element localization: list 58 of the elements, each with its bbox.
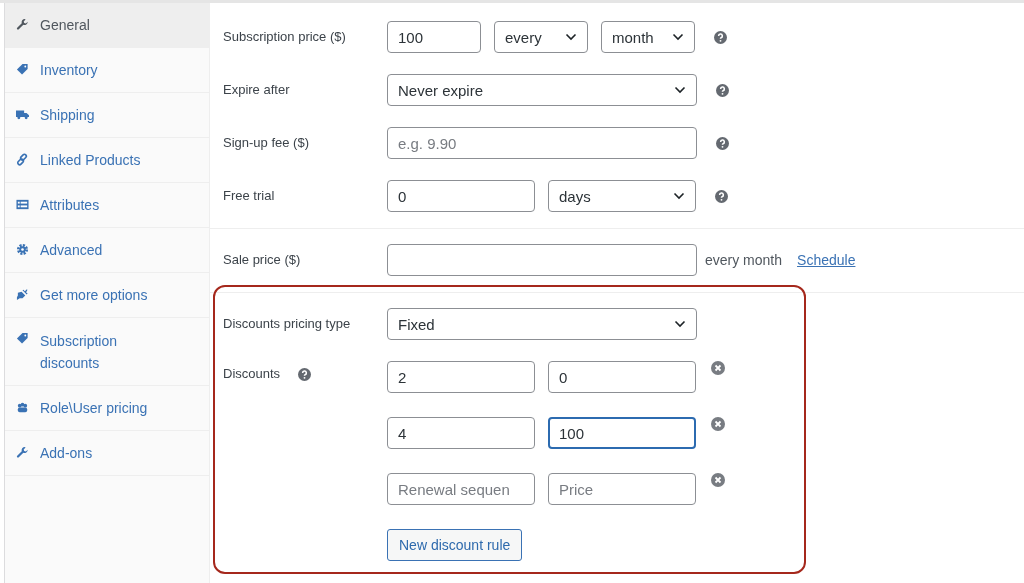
input-field[interactable]: 100 (548, 417, 696, 449)
chevron-down-icon (672, 33, 684, 41)
sidebar-tab[interactable]: Role\User pricing (5, 386, 209, 431)
field-label: Discounts pricing type (223, 315, 352, 332)
chevron-down-icon (674, 320, 686, 328)
input-field[interactable]: 0 (387, 180, 535, 212)
sidebar-tab[interactable]: Subscription discounts (5, 318, 209, 386)
help-icon[interactable] (298, 367, 312, 381)
dropdown[interactable]: every (494, 21, 588, 53)
list-card-icon (16, 198, 29, 211)
sidebar-tab[interactable]: Add-ons (5, 431, 209, 476)
gear-icon (16, 243, 29, 256)
remove-icon[interactable] (711, 473, 725, 487)
sidebar-tab[interactable]: General (5, 3, 209, 48)
help-icon[interactable] (716, 136, 729, 150)
chevron-down-icon (674, 86, 686, 94)
wrench-icon (16, 18, 29, 31)
field-label: Free trial (223, 187, 276, 204)
input-field[interactable]: 100 (387, 21, 481, 53)
link-icon (16, 153, 29, 166)
help-icon[interactable] (716, 83, 729, 97)
input-field[interactable]: Price (548, 473, 696, 505)
help-icon[interactable] (714, 30, 727, 44)
schedule-link[interactable]: Schedule (797, 252, 856, 268)
period-text: every month (705, 252, 783, 268)
truck-icon (16, 108, 29, 121)
field-label: Sign-up fee ($) (223, 134, 310, 151)
dropdown[interactable]: Fixed (387, 308, 697, 340)
field-label: Sale price ($) (223, 251, 302, 268)
remove-icon[interactable] (711, 361, 725, 375)
remove-icon[interactable] (711, 417, 725, 431)
input-field[interactable]: 0 (548, 361, 696, 393)
sidebar-tab[interactable]: Attributes (5, 183, 209, 228)
dropdown[interactable]: Never expire (387, 74, 697, 106)
sidebar-tab[interactable]: Linked Products (5, 138, 209, 183)
tag-icon (16, 332, 29, 345)
dropdown[interactable]: month (601, 21, 695, 53)
wrench-icon (16, 446, 29, 459)
input-field[interactable]: Renewal sequen (387, 473, 535, 505)
sidebar-tab[interactable]: Get more options (5, 273, 209, 318)
field-label: Discounts (223, 366, 281, 382)
input-field[interactable] (387, 244, 697, 276)
dropdown[interactable]: days (548, 180, 696, 212)
new-discount-rule-button[interactable]: New discount rule (387, 529, 523, 561)
chevron-down-icon (673, 192, 685, 200)
people-icon (16, 401, 29, 414)
sidebar-tab[interactable]: Shipping (5, 93, 209, 138)
plug-icon (16, 288, 29, 301)
tag-icon (16, 63, 29, 76)
input-field[interactable]: e.g. 9.90 (387, 127, 697, 159)
field-label: Subscription price ($) (223, 28, 347, 45)
sidebar-tab[interactable]: Inventory (5, 48, 209, 93)
field-label: Expire after (223, 81, 291, 98)
input-field[interactable]: 2 (387, 361, 535, 393)
chevron-down-icon (565, 33, 577, 41)
input-field[interactable]: 4 (387, 417, 535, 449)
help-icon[interactable] (715, 189, 728, 203)
sidebar-tab[interactable]: Advanced (5, 228, 209, 273)
